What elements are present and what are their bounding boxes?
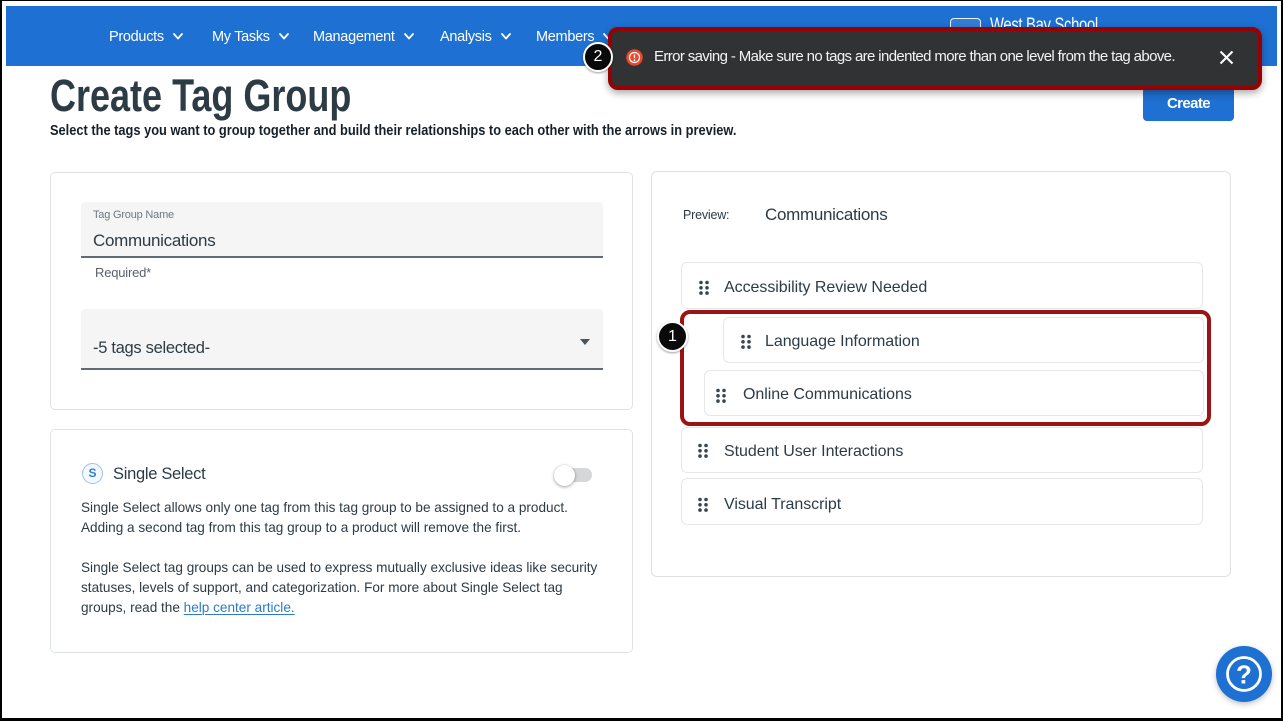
svg-text:?: ? bbox=[1236, 660, 1252, 690]
